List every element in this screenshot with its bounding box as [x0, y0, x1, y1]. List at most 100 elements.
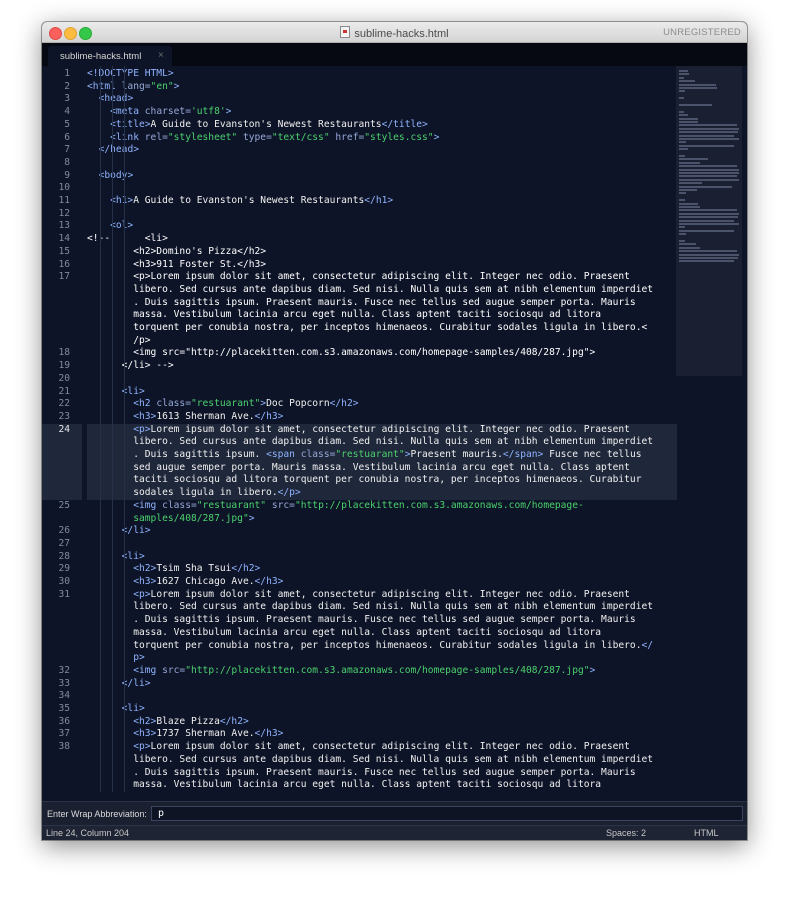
code-line[interactable]: <h2 class="restuarant">Doc Popcorn</h2>	[87, 398, 677, 411]
code-line[interactable]: <li>	[87, 386, 677, 399]
code-line[interactable]: libero. Sed cursus ante dapibus diam. Se…	[87, 754, 677, 767]
code-line[interactable]: . Duis sagittis ipsum. Praesent mauris. …	[87, 767, 677, 780]
code-area[interactable]: <!DOCTYPE HTML> <html lang="en"> <head> <…	[87, 66, 677, 801]
code-token: >	[225, 106, 232, 118]
code-token: . Duis sagittis ipsum.	[87, 449, 267, 460]
code-line[interactable]: </li>	[87, 678, 677, 691]
code-line[interactable]: <body>	[87, 170, 677, 183]
minimap-line	[679, 178, 739, 181]
code-token: <img src="http://placekitten.com.s3.amaz…	[87, 347, 596, 359]
code-line[interactable]: <li>	[87, 703, 677, 716]
line-number: 14	[58, 233, 70, 245]
code-line[interactable]	[87, 182, 677, 195]
code-line[interactable]: massa. Vestibulum lacinia arcu eget null…	[87, 627, 677, 640]
code-line[interactable]: massa. Vestibulum lacinia arcu eget null…	[87, 779, 677, 792]
code-line[interactable]: sodales ligula in libero.</p>	[87, 487, 677, 500]
code-line[interactable]: <h2>Blaze Pizza</h2>	[87, 716, 677, 729]
code-line[interactable]: <li>	[87, 551, 677, 564]
code-line[interactable]: samples/408/287.jpg">	[87, 513, 677, 526]
code-token: <h2>	[133, 563, 157, 575]
code-line[interactable]: <title>A Guide to Evanston's Newest Rest…	[87, 119, 677, 132]
line-number: 12	[58, 207, 70, 219]
code-line[interactable]	[87, 157, 677, 170]
code-token: torquent per conubia nostra, per incepto…	[87, 322, 648, 333]
code-line[interactable]: libero. Sed cursus ante dapibus diam. Se…	[87, 601, 677, 614]
code-line[interactable]: <img class="restuarant" src="http://plac…	[87, 500, 677, 513]
minimap-line	[679, 250, 738, 253]
code-line[interactable]: <link rel="stylesheet" type="text/css" h…	[87, 132, 677, 145]
code-line[interactable]: <img src="http://placekitten.com.s3.amaz…	[87, 347, 677, 360]
code-token: class=	[162, 499, 197, 511]
code-token: Lorem ipsum dolor sit amet, consectetur …	[150, 741, 630, 753]
code-line[interactable]: <p>Lorem ipsum dolor sit amet, consectet…	[87, 423, 677, 437]
line-number	[42, 436, 82, 449]
code-token: lang=	[121, 80, 151, 92]
code-line[interactable]: sed augue semper porta. Mauris massa. Ve…	[87, 461, 677, 475]
code-line[interactable]: <h2>Tsim Sha Tsui</h2>	[87, 563, 677, 576]
minimap-line	[679, 182, 702, 185]
code-token: href=	[329, 131, 365, 143]
code-line[interactable]: <p>Lorem ipsum dolor sit amet, consectet…	[87, 589, 677, 602]
code-line[interactable]: massa. Vestibulum lacinia arcu eget null…	[87, 309, 677, 322]
code-line[interactable]: </li>	[87, 525, 677, 538]
code-line[interactable]: <h2>Domino's Pizza</h2>	[87, 246, 677, 259]
code-line[interactable]: . Duis sagittis ipsum. Praesent mauris. …	[87, 297, 677, 310]
code-line[interactable]	[87, 208, 677, 221]
minimap[interactable]	[676, 66, 742, 801]
code-line[interactable]: <img src="http://placekitten.com.s3.amaz…	[87, 665, 677, 678]
code-token: . Duis sagittis ipsum. Praesent mauris. …	[87, 766, 636, 778]
code-line[interactable]: <h3>1737 Sherman Ave.</h3>	[87, 728, 677, 741]
code-token: <p>	[133, 423, 151, 435]
minimap-line	[679, 219, 735, 222]
code-line[interactable]: <!DOCTYPE HTML>	[87, 68, 677, 81]
minimap-line	[679, 209, 738, 212]
code-line[interactable]: . Duis sagittis ipsum. <span class="rest…	[87, 449, 677, 462]
code-line[interactable]	[87, 373, 677, 386]
code-editor[interactable]: 1 2 3 4 5 6 7 8 9 10 11 12 13 14 15 16 17 18 19 20 21 22 23 24 2…	[42, 66, 747, 801]
tab-close-icon[interactable]: ×	[158, 50, 164, 61]
code-line[interactable]: /p>	[87, 335, 677, 348]
code-line[interactable]: <html lang="en">	[87, 81, 677, 94]
minimap-line	[679, 199, 686, 202]
code-line[interactable]: </head>	[87, 144, 677, 157]
line-number: 22	[58, 398, 70, 410]
code-line[interactable]	[87, 690, 677, 703]
code-token: libero. Sed cursus ante dapibus diam. Se…	[87, 601, 654, 613]
code-line[interactable]: p>	[87, 652, 677, 665]
code-line[interactable]: <h3>911 Foster St.</h3>	[87, 259, 677, 272]
minimap-line	[679, 114, 688, 117]
code-line[interactable]: <h3>1627 Chicago Ave.</h3>	[87, 576, 677, 589]
code-line[interactable]: <p>Lorem ipsum dolor sit amet, consectet…	[87, 741, 677, 754]
title-bar[interactable]: sublime-hacks.html UNREGISTERED	[42, 22, 747, 43]
code-line[interactable]	[87, 538, 677, 551]
tab-sublime-hacks[interactable]: sublime-hacks.html ×	[48, 46, 172, 66]
code-line[interactable]: . Duis sagittis ipsum. Praesent mauris. …	[87, 614, 677, 627]
code-line[interactable]: <ol>	[87, 220, 677, 233]
code-line[interactable]: torquent per conubia nostra, per incepto…	[87, 640, 677, 653]
code-line[interactable]: libero. Sed cursus ante dapibus diam. Se…	[87, 284, 677, 297]
minimap-line	[679, 117, 699, 120]
syntax-selector[interactable]: HTML	[694, 828, 719, 838]
code-line[interactable]: libero. Sed cursus ante dapibus diam. Se…	[87, 436, 677, 449]
code-line[interactable]: taciti sociosqu ad litora torquent per c…	[87, 474, 677, 488]
line-number	[42, 652, 82, 665]
line-number: 2	[64, 80, 70, 92]
code-line[interactable]: torquent per conubia nostra, per incepto…	[87, 322, 677, 335]
code-token: massa. Vestibulum lacinia arcu eget null…	[87, 626, 602, 638]
line-number: 18	[58, 347, 70, 359]
code-token: </li>	[121, 677, 151, 689]
code-line[interactable]: </li> -->	[87, 360, 677, 373]
indentation-setting[interactable]: Spaces: 2	[606, 828, 646, 838]
code-line[interactable]: <h3>1613 Sherman Ave.</h3>	[87, 411, 677, 424]
code-token: libero. Sed cursus ante dapibus diam. Se…	[87, 283, 654, 295]
wrap-abbreviation-input[interactable]	[151, 806, 743, 821]
code-line[interactable]: <meta charset='utf8'>	[87, 106, 677, 119]
line-number	[42, 461, 82, 475]
code-line[interactable]: <h1>A Guide to Evanston's Newest Restaur…	[87, 195, 677, 208]
code-line[interactable]: <head>	[87, 93, 677, 106]
code-token: </h3>	[254, 728, 284, 740]
code-line[interactable]: <!-- <li>	[87, 233, 677, 246]
code-line[interactable]: <p>Lorem ipsum dolor sit amet, consectet…	[87, 271, 677, 284]
